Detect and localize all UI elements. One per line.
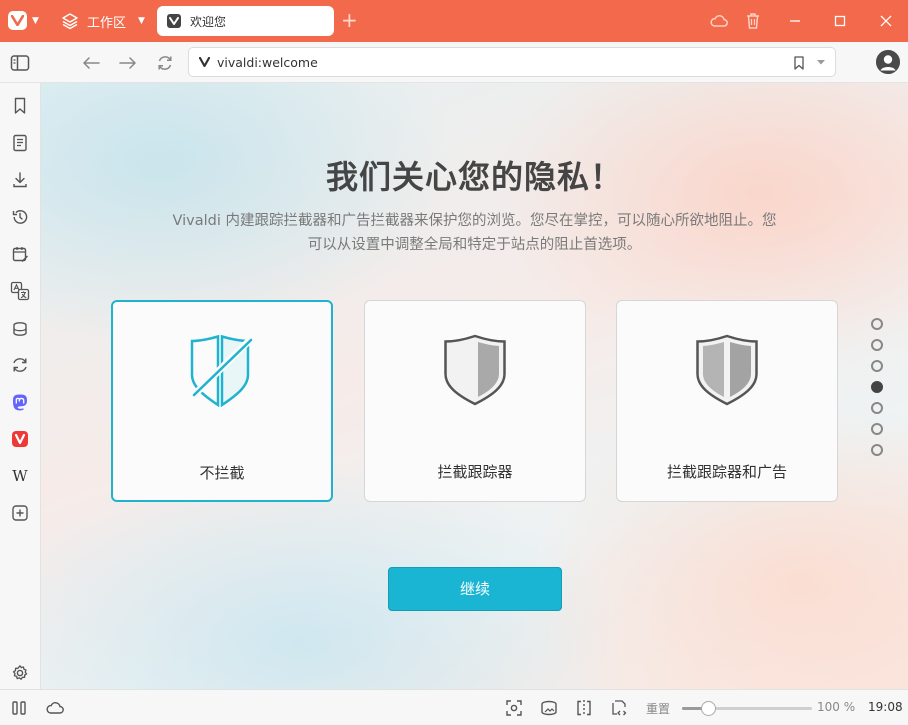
image-toggle-icon[interactable] — [539, 698, 559, 718]
option-label: 拦截跟踪器 — [437, 463, 513, 481]
option-block-trackers-and-ads[interactable]: 拦截跟踪器和广告 — [616, 300, 838, 502]
new-tab-button[interactable]: + — [341, 10, 358, 30]
step-indicator — [871, 318, 883, 465]
bookmark-icon[interactable] — [10, 96, 30, 116]
bookmark-page-icon[interactable] — [792, 55, 806, 71]
sync-icon[interactable] — [10, 355, 30, 375]
shield-off-icon — [189, 335, 254, 407]
profile-avatar[interactable] — [876, 50, 900, 74]
zoom-value: 100 % — [817, 700, 856, 714]
clock: 19:08 — [868, 700, 903, 714]
wikipedia-icon[interactable]: W — [10, 466, 30, 486]
zoom-slider[interactable] — [682, 701, 812, 716]
notes-icon[interactable] — [10, 318, 30, 338]
side-panel: W — [0, 83, 41, 689]
step-dot[interactable] — [871, 402, 883, 414]
panel-toggle-icon[interactable] — [9, 52, 31, 74]
option-label: 拦截跟踪器和广告 — [666, 463, 787, 481]
zoom-reset-button[interactable]: 重置 — [646, 700, 670, 717]
shield-half-icon — [444, 334, 506, 406]
panel-layout-icon[interactable] — [10, 698, 30, 718]
address-dropdown-icon[interactable] — [816, 59, 826, 66]
layers-icon — [62, 13, 78, 30]
option-label: 不拦截 — [199, 464, 245, 482]
site-vivaldi-icon — [199, 57, 210, 67]
maximize-icon[interactable] — [831, 12, 849, 30]
step-dot[interactable] — [871, 318, 883, 330]
step-dot[interactable] — [871, 339, 883, 351]
tab-welcome[interactable]: 欢迎您 — [157, 6, 334, 36]
tab-title: 欢迎您 — [190, 14, 227, 29]
status-bar: 重置 100 % 19:08 — [0, 689, 908, 725]
translate-icon[interactable] — [10, 281, 30, 301]
menu-chevron-down-icon[interactable]: ▼ — [32, 16, 39, 26]
back-arrow-icon[interactable] — [80, 52, 102, 74]
continue-button[interactable]: 继续 — [388, 567, 562, 611]
step-dot[interactable] — [871, 360, 883, 372]
step-dot[interactable] — [871, 423, 883, 435]
reload-icon[interactable] — [154, 52, 176, 74]
page-description: Vivaldi 内建跟踪拦截器和广告拦截器来保护您的浏览。您尽在掌控，可以随心所… — [172, 213, 777, 253]
reading-list-icon[interactable] — [10, 133, 30, 153]
shield-full-icon — [696, 334, 758, 406]
address-field[interactable]: vivaldi:welcome — [188, 47, 836, 77]
tile-tabs-icon[interactable] — [574, 698, 594, 718]
sync-cloud-icon[interactable] — [45, 698, 65, 718]
page-title: 我们关心您的隐私！ — [325, 158, 623, 196]
workspace-button[interactable]: 工作区 ▼ — [61, 11, 145, 31]
vivaldi-menu-icon[interactable] — [8, 11, 27, 30]
history-icon[interactable] — [10, 207, 30, 227]
close-icon[interactable] — [877, 12, 895, 30]
step-dot[interactable] — [871, 444, 883, 456]
trash-icon[interactable] — [743, 11, 763, 31]
step-dot[interactable] — [871, 381, 883, 393]
page-actions-icon[interactable] — [609, 698, 629, 718]
calendar-icon[interactable] — [10, 244, 30, 264]
add-panel-icon[interactable] — [10, 503, 30, 523]
mastodon-icon[interactable] — [10, 392, 30, 412]
downloads-icon[interactable] — [10, 170, 30, 190]
title-bar: ▼ 工作区 ▼ 欢迎您 + — [0, 0, 908, 42]
welcome-page: 我们关心您的隐私！ Vivaldi 内建跟踪拦截器和广告拦截器来保护您的浏览。您… — [41, 83, 908, 689]
capture-icon[interactable] — [504, 698, 524, 718]
forward-arrow-icon[interactable] — [117, 52, 139, 74]
settings-gear-icon[interactable] — [10, 663, 30, 683]
address-toolbar: vivaldi:welcome — [0, 42, 908, 83]
user-icon — [876, 50, 900, 74]
cloud-icon[interactable] — [709, 11, 729, 31]
minimize-icon[interactable] — [786, 12, 804, 30]
vivaldi-tab-icon — [167, 14, 181, 28]
workspace-label: 工作区 — [87, 15, 127, 31]
option-no-blocking[interactable]: 不拦截 — [111, 300, 333, 502]
vivaldi-social-icon[interactable] — [10, 429, 30, 449]
zoom-slider-handle[interactable] — [701, 701, 716, 716]
url-text: vivaldi:welcome — [217, 55, 318, 70]
workspace-chevron-down-icon: ▼ — [138, 16, 145, 26]
option-block-trackers[interactable]: 拦截跟踪器 — [364, 300, 586, 502]
